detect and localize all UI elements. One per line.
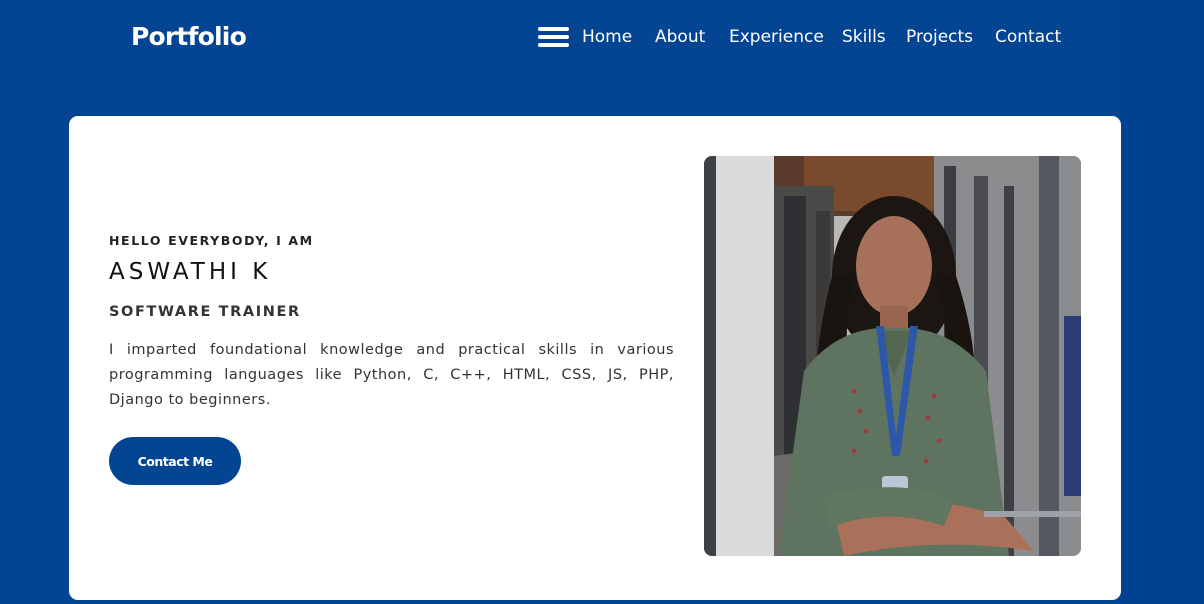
nav-link-about[interactable]: About	[655, 27, 705, 47]
hero-greeting: HELLO EVERYBODY, I AM	[109, 233, 314, 248]
hero-description: I imparted foundational knowledge and pr…	[109, 342, 674, 408]
hero-card: HELLO EVERYBODY, I AM ASWATHI K SOFTWARE…	[69, 116, 1121, 600]
nav-link-experience[interactable]: Experience	[729, 27, 824, 47]
contact-me-button[interactable]: Contact Me	[109, 437, 241, 485]
nav-link-projects[interactable]: Projects	[906, 27, 973, 47]
site-logo[interactable]: Portfolio	[131, 22, 247, 51]
profile-photo	[704, 156, 1081, 556]
nav-link-contact[interactable]: Contact	[995, 27, 1061, 47]
navbar: Portfolio Home About Experience Skills P…	[0, 0, 1204, 76]
hero-role: SOFTWARE TRAINER	[109, 304, 301, 320]
portfolio-page: Portfolio Home About Experience Skills P…	[0, 0, 1204, 604]
nav-link-home[interactable]: Home	[582, 27, 632, 47]
page-edge-strip	[1121, 0, 1204, 604]
nav-link-skills[interactable]: Skills	[842, 27, 886, 47]
hamburger-menu-icon[interactable]	[538, 27, 569, 48]
hero-name: ASWATHI K	[109, 259, 272, 285]
